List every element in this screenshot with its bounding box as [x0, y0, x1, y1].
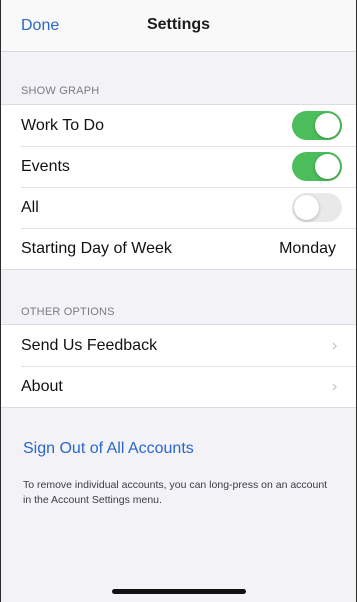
navigation-bar: Done Settings: [1, 0, 356, 52]
toggle-knob: [294, 195, 319, 220]
events-toggle[interactable]: [292, 152, 342, 181]
row-label: Events: [21, 157, 70, 175]
row-label: Send Us Feedback: [21, 336, 158, 354]
row-label: All: [21, 198, 39, 216]
settings-screen: Done Settings SHOW GRAPH Work To Do Even…: [0, 0, 357, 602]
sign-out-all-accounts-button[interactable]: Sign Out of All Accounts: [23, 440, 194, 458]
section-header-show-graph: SHOW GRAPH: [21, 85, 100, 97]
row-label: Starting Day of Week: [21, 239, 172, 257]
home-indicator[interactable]: [111, 589, 246, 594]
chevron-right-icon: ›: [331, 335, 338, 356]
starting-day-value: Monday: [279, 239, 336, 257]
work-to-do-toggle[interactable]: [292, 111, 342, 140]
row-all[interactable]: All: [1, 187, 356, 228]
other-options-group: Send Us Feedback › About ›: [1, 324, 356, 408]
row-send-us-feedback[interactable]: Send Us Feedback ›: [1, 325, 356, 366]
toggle-knob: [315, 154, 340, 179]
row-label: About: [21, 377, 63, 395]
row-label: Work To Do: [21, 116, 104, 134]
row-work-to-do[interactable]: Work To Do: [1, 105, 356, 146]
page-title: Settings: [146, 16, 211, 33]
toggle-knob: [315, 113, 340, 138]
chevron-right-icon: ›: [331, 376, 338, 397]
row-starting-day-of-week[interactable]: Starting Day of Week Monday: [1, 228, 356, 269]
section-header-other-options: OTHER OPTIONS: [21, 306, 115, 318]
show-graph-group: Work To Do Events All Starting Day of We…: [1, 104, 356, 270]
all-toggle[interactable]: [292, 193, 342, 222]
row-about[interactable]: About ›: [1, 366, 356, 407]
row-events[interactable]: Events: [1, 146, 356, 187]
sign-out-footnote: To remove individual accounts, you can l…: [23, 479, 328, 506]
